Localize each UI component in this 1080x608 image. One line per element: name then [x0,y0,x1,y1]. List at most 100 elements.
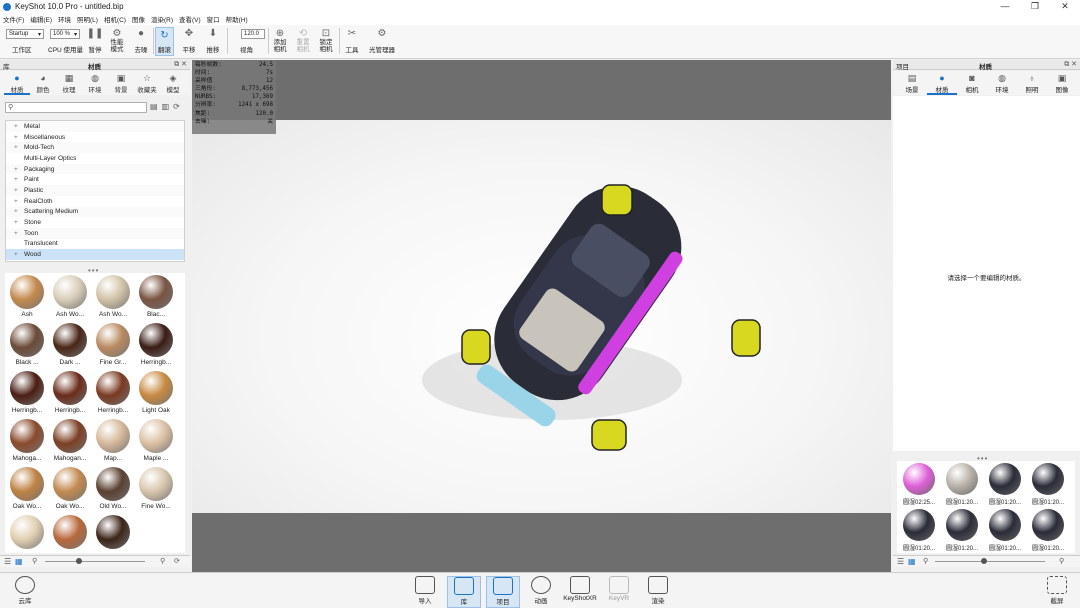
thumbnail-size-slider[interactable] [45,561,145,562]
expand-icon[interactable]: + [14,230,24,237]
expand-icon[interactable]: + [14,176,24,183]
render-viewport[interactable]: 每秒帧数: 24.5 时间: 7s 采样值 12 三角形: 8,773,456 NURBS: 17… [192,60,891,572]
project-material-thumbnail[interactable]: 圆湿01:20... [942,463,982,506]
menu-lighting[interactable]: 照明(L) [77,14,98,24]
add-folder-icon[interactable]: ▥ [162,102,170,111]
tree-item-packaging[interactable]: + Packaging [6,163,184,175]
tree-item-translucent[interactable]: Translucent [6,239,184,250]
project-material-thumbnail[interactable]: 圆湿01:20... [899,509,939,552]
expand-icon[interactable]: + [14,219,24,226]
tree-item-miscellaneous[interactable]: + Miscellaneous [6,132,184,143]
material-thumbnail[interactable]: Ash Wo... [49,275,91,318]
material-thumbnail[interactable]: Map... [92,419,134,462]
zoom-out-icon[interactable]: ⚲ [32,557,37,565]
material-thumbnail[interactable]: Herringb... [49,371,91,414]
tree-item-paint[interactable]: + Paint [6,174,184,185]
refresh-icon[interactable]: ⟳ [174,557,180,565]
cpu-select[interactable]: 100 % ▾ [50,29,80,39]
material-thumbnail[interactable]: Mahogan... [49,419,91,462]
keyvr-button[interactable]: KeyVR [602,576,636,602]
denoise-button[interactable]: ● 去噪 [133,27,149,55]
material-thumbnail[interactable]: Herringb... [135,323,177,366]
tree-item-multi-layer-optics[interactable]: Multi-Layer Optics [6,153,184,164]
pause-button[interactable]: ❚❚ 暂停 [87,27,104,55]
menu-help[interactable]: 帮助(H) [226,14,248,24]
reset-camera-button[interactable]: ⟲ 重置相机 [294,27,312,54]
library-tab-materials[interactable]: ● 材质 [4,71,30,95]
library-button[interactable]: 库 [447,576,481,608]
project-tab-material[interactable]: ● 材质 [927,71,957,95]
thumbnail-size-slider[interactable] [935,561,1045,562]
minimize-button[interactable]: — [990,1,1020,12]
pan-button[interactable]: ✥ 平移 [181,27,197,55]
menu-edit[interactable]: 编辑(E) [30,14,52,24]
zoom-in-icon[interactable]: ⚲ [1059,557,1064,565]
material-thumbnail[interactable] [6,515,48,551]
panel-close-icon[interactable]: ⧉ ✕ [1064,60,1077,69]
list-view-icon[interactable]: ☰ [4,557,11,566]
library-tab-textures[interactable]: ▦ 纹理 [56,71,82,95]
cloud-library-button[interactable]: 云库 [8,576,42,605]
project-tab-environment[interactable]: ◍ 环境 [987,71,1017,95]
material-thumbnail[interactable] [92,515,134,551]
tree-item-realcloth[interactable]: + RealCloth [6,196,184,207]
expand-icon[interactable]: + [14,123,24,130]
dolly-button[interactable]: ⬇ 推移 [205,27,221,55]
menu-window[interactable]: 窗口 [207,14,220,24]
project-tab-lighting[interactable]: ♁ 照明 [1017,71,1047,95]
tumble-button[interactable]: ↻ 翻滚 [155,27,174,56]
project-material-thumbnail[interactable]: 圆湿01:20... [985,509,1025,552]
list-view-icon[interactable]: ☰ [897,557,904,566]
screenshot-button[interactable]: 截屏 [1040,576,1074,605]
library-tab-environments[interactable]: ◍ 环境 [82,71,108,95]
project-material-thumbnail[interactable]: 圆湿01:20... [985,463,1025,506]
library-tab-backplates[interactable]: ▣ 背景 [108,71,134,95]
performance-mode-button[interactable]: ⚙ 性能模式 [108,27,126,54]
tree-item-wood[interactable]: + Wood [6,249,184,260]
project-tab-image[interactable]: ▣ 图像 [1047,71,1077,95]
zoom-in-icon[interactable]: ⚲ [160,557,165,565]
render-button[interactable]: 渲染 [641,576,675,605]
project-tab-camera[interactable]: ◙ 相机 [957,71,987,95]
menu-camera[interactable]: 相机(C) [104,14,126,24]
material-thumbnail[interactable]: Black ... [6,323,48,366]
zoom-out-icon[interactable]: ⚲ [923,557,928,565]
tree-item-scattering-medium[interactable]: + Scattering Medium [6,206,184,218]
tools-button[interactable]: ✂ 工具 [344,27,360,55]
tree-item-toon[interactable]: + Toon [6,227,184,239]
material-thumbnail[interactable]: Fine Gr... [92,323,134,366]
close-button[interactable]: ✕ [1050,1,1080,12]
library-search-input[interactable]: ⚲ [5,102,147,113]
keyshotxr-button[interactable]: KeyShotXR [563,576,597,602]
material-thumbnail[interactable]: Dark ... [49,323,91,366]
grid-view-icon[interactable]: ▦ [908,557,916,566]
library-tab-colors[interactable]: ◕ 颜色 [30,71,56,95]
refresh-icon[interactable]: ⟳ [173,102,180,111]
material-thumbnail[interactable]: Blac... [135,275,177,318]
material-thumbnail[interactable]: Oak Wo... [49,467,91,510]
material-thumbnail[interactable]: Mahoga... [6,419,48,462]
tree-item-stone[interactable]: + Stone [6,217,184,228]
material-thumbnail[interactable]: Oak Wo... [6,467,48,510]
slider-handle[interactable] [76,558,82,564]
expand-icon[interactable]: + [14,208,24,215]
material-thumbnail[interactable]: Ash Wo... [92,275,134,318]
menu-environment[interactable]: 环境 [58,14,71,24]
folder-icon[interactable]: ▤ [150,102,158,111]
light-manager-button[interactable]: ⚙ 光管理器 [367,27,397,55]
grid-view-icon[interactable]: ▦ [15,557,23,566]
project-material-thumbnail[interactable]: 圆湿01:20... [1028,463,1068,506]
project-material-thumbnail[interactable]: 圆湿01:20... [942,509,982,552]
panel-close-icon[interactable]: ⧉ ✕ [174,60,187,69]
tree-item-mold-tech[interactable]: + Mold-Tech [6,142,184,154]
material-thumbnail[interactable]: Old Wo... [92,467,134,510]
project-button[interactable]: 项目 [486,576,520,608]
menu-view[interactable]: 查看(V) [179,14,201,24]
tree-item-metal[interactable]: + Metal [6,121,184,132]
expand-icon[interactable]: + [14,187,24,194]
expand-icon[interactable]: + [14,144,24,151]
lock-camera-button[interactable]: ⊡ 锁定相机 [317,27,335,54]
library-tab-models[interactable]: ◈ 模型 [160,71,186,95]
material-thumbnail[interactable]: Maple ... [135,419,177,462]
maximize-button[interactable]: ❐ [1020,1,1050,12]
